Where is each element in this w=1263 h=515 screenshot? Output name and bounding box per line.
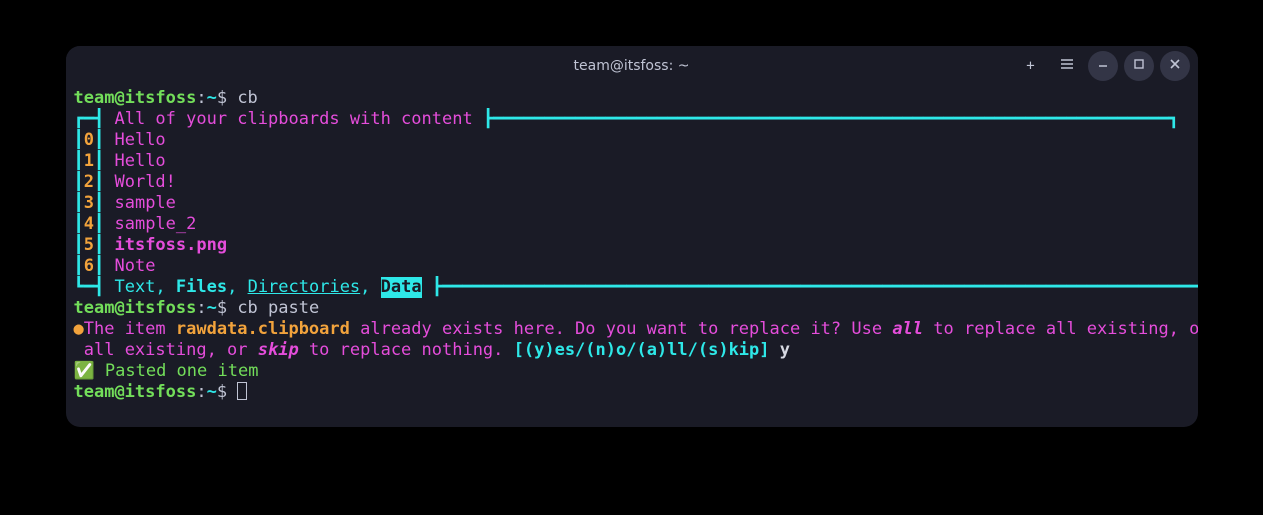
item-index: 5 — [84, 235, 94, 256]
item-label: World! — [114, 172, 175, 193]
prompt-path: ~ — [207, 88, 217, 109]
prompt-line: team@itsfoss:~$ cb — [74, 88, 1190, 109]
item-index: 6 — [84, 256, 94, 277]
titlebar: team@itsfoss: ~ + — [66, 46, 1198, 86]
warning-line: all existing, or skip to replace nothing… — [74, 340, 1190, 361]
window-title: team@itsfoss: ~ — [574, 58, 690, 74]
minimize-icon — [1096, 57, 1110, 75]
msg-text: The item — [84, 319, 176, 340]
legend-data: Data — [381, 277, 422, 298]
item-index: 4 — [84, 214, 94, 235]
item-index: 3 — [84, 193, 94, 214]
item-label: itsfoss.png — [114, 235, 227, 256]
item-label: Hello — [114, 151, 165, 172]
menu-button[interactable] — [1052, 51, 1082, 81]
list-item: ┃2┃ World! — [74, 172, 1190, 193]
plus-icon: + — [1026, 58, 1034, 74]
check-icon: ✅ — [74, 361, 105, 382]
item-label: Note — [114, 256, 155, 277]
prompt-path: ~ — [207, 298, 217, 319]
prompt-userhost: team@itsfoss — [74, 88, 197, 109]
prompt-path: ~ — [207, 382, 217, 403]
item-index: 2 — [84, 172, 94, 193]
msg-choices: [(y)es/(n)o/(a)ll/(s)kip] — [514, 340, 780, 361]
box-bottom: ┗━┫ Text, Files, Directories, Data ┣━━━━… — [74, 277, 1190, 298]
list-item: ┃4┃ sample_2 — [74, 214, 1190, 235]
list-item: ┃3┃ sample — [74, 193, 1190, 214]
legend-text: Text — [114, 277, 155, 298]
item-index: 1 — [84, 151, 94, 172]
maximize-icon — [1132, 57, 1146, 75]
prompt-symbol: $ — [217, 88, 237, 109]
box-top: ┏━┫ All of your clipboards with content … — [74, 109, 1190, 130]
user-input: y — [780, 340, 790, 361]
item-label: sample — [114, 193, 175, 214]
msg-all: all — [892, 319, 923, 340]
terminal-window: team@itsfoss: ~ + — [66, 46, 1198, 427]
terminal-content[interactable]: team@itsfoss:~$ cb┏━┫ All of your clipbo… — [66, 86, 1198, 427]
list-item: ┃0┃ Hello — [74, 130, 1190, 151]
msg-text: to replace nothing. — [299, 340, 514, 361]
item-label: sample_2 — [114, 214, 196, 235]
msg-text: to replace all existing, or — [923, 319, 1197, 340]
prompt-line: team@itsfoss:~$ cb paste — [74, 298, 1190, 319]
legend-dirs: Directories — [248, 277, 361, 298]
msg-text: all existing, or — [84, 340, 258, 361]
prompt-sep: : — [196, 88, 206, 109]
legend-files: Files — [176, 277, 227, 298]
command-text: cb — [237, 88, 257, 109]
prompt-userhost: team@itsfoss — [74, 298, 197, 319]
item-index: 0 — [84, 130, 94, 151]
close-button[interactable] — [1160, 51, 1190, 81]
command-text: cb paste — [237, 298, 319, 319]
warning-line: ●The item rawdata.clipboard already exis… — [74, 319, 1190, 340]
item-label: Hello — [114, 130, 165, 151]
maximize-button[interactable] — [1124, 51, 1154, 81]
success-text: Pasted one item — [105, 361, 259, 382]
list-item: ┃1┃ Hello — [74, 151, 1190, 172]
hamburger-icon — [1060, 57, 1074, 75]
msg-skip: skip — [258, 340, 299, 361]
prompt-userhost: team@itsfoss — [74, 382, 197, 403]
success-line: ✅ Pasted one item — [74, 361, 1190, 382]
close-icon — [1168, 57, 1182, 75]
bullet-icon: ● — [74, 319, 84, 340]
new-tab-button[interactable]: + — [1016, 51, 1046, 81]
msg-item: rawdata.clipboard — [176, 319, 350, 340]
list-item: ┃6┃ Note — [74, 256, 1190, 277]
box-header: All of your clipboards with content — [114, 109, 472, 130]
list-item: ┃5┃ itsfoss.png — [74, 235, 1190, 256]
prompt-line: team@itsfoss:~$ — [74, 382, 1190, 403]
cursor — [237, 382, 247, 400]
window-controls: + — [1016, 51, 1190, 81]
msg-text: already exists here. Do you want to repl… — [350, 319, 892, 340]
minimize-button[interactable] — [1088, 51, 1118, 81]
